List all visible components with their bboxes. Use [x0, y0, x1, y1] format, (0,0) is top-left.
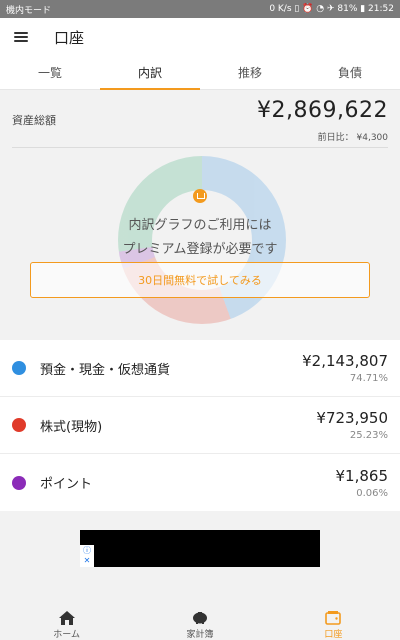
nav-household-budget-label: 家計簿 — [186, 630, 214, 640]
menu-icon[interactable] — [14, 32, 28, 42]
app-bar: 口座 — [0, 18, 400, 56]
category-color-dot — [12, 361, 26, 375]
category-percent: 0.06% — [356, 487, 388, 499]
status-left-text: 機内モード — [6, 5, 52, 16]
breakdown-list: 預金・現金・仮想通貨 ¥2,143,807 74.71% 株式(現物) ¥723… — [0, 340, 400, 511]
status-bar: 機内モード 0 K/s ▯ ⏰ ◔ ✈ 81% ▮ 21:52 — [0, 0, 400, 18]
total-assets-summary: 資産総額 ¥2,869,622 前日比： ¥4,300 — [0, 90, 400, 148]
category-value: ¥723,950 — [316, 409, 388, 427]
total-assets-amount: ¥2,869,622 — [257, 98, 388, 123]
premium-overlay: 内訳グラフのご利用には プレミアム登録が必要です 30日間無料で試してみる — [0, 148, 400, 340]
page-title: 口座 — [54, 28, 85, 47]
tab-trend[interactable]: 推移 — [200, 56, 300, 89]
category-name: ポイント — [40, 477, 93, 492]
nav-home[interactable]: ホーム — [0, 600, 133, 640]
tab-liabilities[interactable]: 負債 — [300, 56, 400, 89]
category-percent: 25.23% — [349, 430, 388, 441]
ad-banner[interactable]: ⓘ ✕ — [80, 530, 320, 567]
list-item[interactable]: ポイント ¥1,865 0.06% — [0, 454, 400, 511]
category-percent: 74.71% — [349, 373, 388, 384]
list-item[interactable]: 株式(現物) ¥723,950 25.23% — [0, 397, 400, 454]
category-name: 預金・現金・仮想通貨 — [40, 362, 171, 378]
status-right-text: 0 K/s ▯ ⏰ ◔ ✈ 81% ▮ 21:52 — [269, 4, 394, 14]
tab-bar: 一覧 内訳 推移 負債 — [0, 56, 400, 90]
list-item[interactable]: 預金・現金・仮想通貨 ¥2,143,807 74.71% — [0, 340, 400, 397]
ad-close-icon[interactable]: ✕ — [84, 556, 91, 566]
category-color-dot — [12, 475, 26, 490]
nav-accounts[interactable]: 口座 — [267, 600, 400, 640]
nav-household-budget[interactable]: 家計簿 — [133, 600, 266, 640]
category-name: 株式(現物) — [40, 419, 103, 435]
category-color-dot — [12, 418, 26, 432]
nav-accounts-label: 口座 — [324, 630, 343, 640]
tab-list[interactable]: 一覧 — [0, 56, 100, 89]
lock-icon — [193, 189, 207, 203]
piggy-bank-icon — [192, 610, 208, 625]
free-trial-button[interactable]: 30日間無料で試してみる — [30, 262, 370, 298]
day-over-day-diff: 前日比： ¥4,300 — [317, 133, 388, 143]
premium-message-line2: プレミアム登録が必要です — [122, 242, 278, 257]
nav-home-label: ホーム — [53, 630, 81, 640]
ad-choices-badge[interactable]: ⓘ ✕ — [80, 545, 94, 567]
total-assets-label: 資産総額 — [12, 114, 56, 127]
wallet-icon — [325, 610, 342, 625]
tab-breakdown[interactable]: 内訳 — [100, 56, 200, 90]
category-value: ¥2,143,807 — [302, 352, 388, 370]
bottom-navigation: ホーム 家計簿 口座 — [0, 600, 400, 640]
category-value: ¥1,865 — [335, 466, 389, 485]
home-icon — [58, 610, 75, 625]
ad-info-icon[interactable]: ⓘ — [83, 546, 91, 556]
premium-message-line1: 内訳グラフのご利用には — [128, 218, 272, 233]
